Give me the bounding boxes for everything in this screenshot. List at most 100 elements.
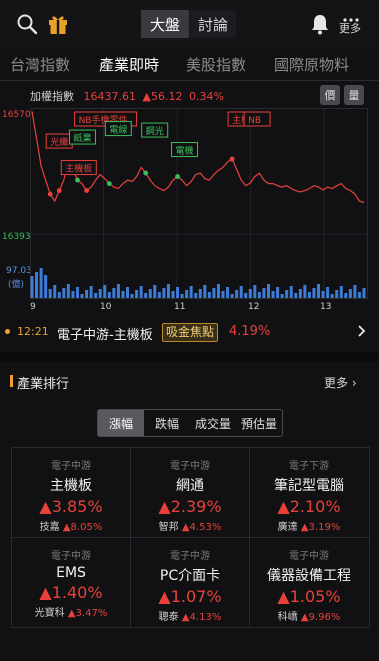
volume-bar bbox=[266, 284, 270, 298]
volume-bar bbox=[126, 287, 130, 298]
filter-estimate[interactable]: 預估量 bbox=[236, 410, 282, 436]
tab-discussion[interactable]: 討論 bbox=[190, 10, 236, 38]
search-icon[interactable] bbox=[16, 13, 38, 35]
volume-bar bbox=[30, 276, 34, 298]
index-name: 加權指數 bbox=[30, 90, 74, 103]
tab-commodities[interactable]: 國際原物料 bbox=[274, 54, 349, 75]
industry-category: 電子中游 bbox=[170, 551, 210, 562]
industry-category: 電子中游 bbox=[170, 461, 210, 472]
index-percent: 0.34% bbox=[188, 90, 224, 103]
volume-bar bbox=[307, 292, 311, 298]
volume-bar bbox=[66, 284, 70, 298]
industry-category: 電子中游 bbox=[51, 551, 91, 562]
section-more-link[interactable]: 更多 › bbox=[324, 374, 357, 391]
volume-bar bbox=[53, 285, 57, 298]
index-summary: 加權指數 16437.61 ▲56.12 0.34% bbox=[30, 88, 224, 104]
svg-text:電線: 電線 bbox=[109, 124, 127, 136]
volume-bar bbox=[62, 288, 66, 298]
leading-stock: 技嘉 ▲8.05% bbox=[12, 518, 130, 533]
stock-percent: ▲9.96% bbox=[300, 612, 341, 623]
news-ticker[interactable]: 12:21 電子中游-主機板 吸金焦點 4.19% bbox=[0, 318, 379, 348]
ranking-filter: 漲幅 跌幅 成交量 預估量 bbox=[97, 409, 283, 437]
section-title: 產業排行 bbox=[17, 377, 70, 392]
stock-percent: ▲4.13% bbox=[181, 612, 222, 623]
volume-bar bbox=[98, 289, 102, 298]
industry-percent: ▲3.85% bbox=[39, 497, 103, 516]
volume-bar bbox=[257, 292, 261, 298]
index-change: ▲56.12 bbox=[142, 90, 183, 103]
price-toggle[interactable]: 價 bbox=[320, 85, 340, 105]
volume-bar bbox=[280, 294, 284, 298]
volume-bar bbox=[148, 289, 152, 298]
volume-bar bbox=[212, 288, 216, 298]
volume-bar bbox=[317, 284, 321, 298]
leading-stock: 廣達 ▲3.19% bbox=[250, 518, 368, 533]
stock-name: 光寶科 bbox=[34, 608, 65, 619]
industry-card[interactable]: 電子中游 EMS ▲1.40% 光寶科 ▲3.47% bbox=[12, 538, 130, 627]
y-min-label: 16393 bbox=[2, 232, 31, 242]
volume-bar bbox=[289, 286, 293, 298]
stock-percent: ▲8.05% bbox=[62, 522, 103, 533]
tab-taiwan-index[interactable]: 台灣指數 bbox=[10, 54, 70, 75]
annotation-point bbox=[75, 177, 80, 183]
volume-bar bbox=[57, 292, 61, 298]
volume-bar bbox=[116, 284, 120, 298]
volume-bar bbox=[253, 285, 257, 298]
stock-percent: ▲3.19% bbox=[300, 522, 341, 533]
industry-name: 網通 bbox=[176, 478, 204, 494]
svg-text:光纖: 光纖 bbox=[50, 136, 68, 148]
tab-market[interactable]: 大盤 bbox=[141, 10, 189, 38]
leading-stock: 科嶠 ▲9.96% bbox=[250, 608, 368, 623]
volume-bar bbox=[330, 294, 334, 298]
annotation-point bbox=[106, 181, 112, 186]
more-button[interactable]: 更多 bbox=[339, 20, 361, 36]
annotation-point bbox=[56, 188, 62, 193]
section-accent-bar bbox=[10, 375, 13, 387]
svg-text:主機板: 主機板 bbox=[65, 163, 92, 175]
volume-bar bbox=[335, 290, 339, 298]
bell-icon[interactable] bbox=[309, 13, 331, 35]
volume-bar bbox=[75, 287, 79, 298]
tab-us-index[interactable]: 美股指數 bbox=[186, 54, 246, 75]
ticker-time: 12:21 bbox=[17, 325, 49, 338]
gift-icon[interactable] bbox=[46, 12, 70, 36]
annotation-point bbox=[47, 191, 53, 197]
ticker-percent: 4.19% bbox=[229, 324, 271, 339]
industry-card[interactable]: 電子中游 PC介面卡 ▲1.07% 聰泰 ▲4.13% bbox=[131, 538, 249, 627]
chevron-right-icon[interactable] bbox=[357, 324, 367, 341]
volume-bar bbox=[153, 285, 157, 298]
volume-bar bbox=[176, 287, 180, 298]
industry-card[interactable]: 電子中游 主機板 ▲3.85% 技嘉 ▲8.05% bbox=[12, 448, 130, 537]
intraday-chart[interactable]: 光纖主機板NB手機零件紙業電線鋼光電機主機板NB bbox=[30, 108, 368, 300]
industry-card[interactable]: 電子下游 筆記型電腦 ▲2.10% 廣達 ▲3.19% bbox=[250, 448, 368, 537]
stock-percent: ▲4.53% bbox=[181, 522, 222, 533]
volume-bar bbox=[35, 272, 39, 298]
more-dots-icon[interactable] bbox=[343, 8, 359, 22]
industry-card[interactable]: 電子中游 儀器設備工程 ▲1.05% 科嶠 ▲9.96% bbox=[250, 538, 368, 627]
industry-name: PC介面卡 bbox=[159, 568, 221, 584]
volume-bar bbox=[207, 292, 211, 298]
tab-industry-live[interactable]: 產業即時 bbox=[99, 54, 159, 75]
industry-percent: ▲1.07% bbox=[158, 587, 222, 606]
chevron-right-small-icon: › bbox=[351, 376, 357, 390]
volume-bar bbox=[85, 290, 89, 298]
x-tick-12: 12 bbox=[248, 302, 260, 312]
stock-name: 技嘉 bbox=[39, 522, 60, 533]
stock-name: 科嶠 bbox=[277, 612, 298, 623]
volume-bar bbox=[248, 289, 252, 298]
volume-label: 97.03 bbox=[6, 266, 32, 276]
industry-name: 主機板 bbox=[50, 478, 92, 494]
volume-bar bbox=[276, 287, 280, 298]
stock-name: 廣達 bbox=[277, 522, 298, 533]
volume-bar bbox=[239, 286, 243, 298]
filter-gainers[interactable]: 漲幅 bbox=[98, 410, 144, 436]
volume-toggle[interactable]: 量 bbox=[344, 85, 364, 105]
volume-bar bbox=[121, 291, 125, 298]
x-tick-11: 11 bbox=[174, 302, 186, 312]
industry-card[interactable]: 電子中游 網通 ▲2.39% 智邦 ▲4.53% bbox=[131, 448, 249, 537]
filter-losers[interactable]: 跌幅 bbox=[144, 410, 190, 436]
filter-volume[interactable]: 成交量 bbox=[190, 410, 236, 436]
industry-name: 儀器設備工程 bbox=[267, 568, 351, 584]
volume-bar bbox=[194, 293, 198, 298]
chart-annotation: 光纖 bbox=[45, 133, 73, 149]
